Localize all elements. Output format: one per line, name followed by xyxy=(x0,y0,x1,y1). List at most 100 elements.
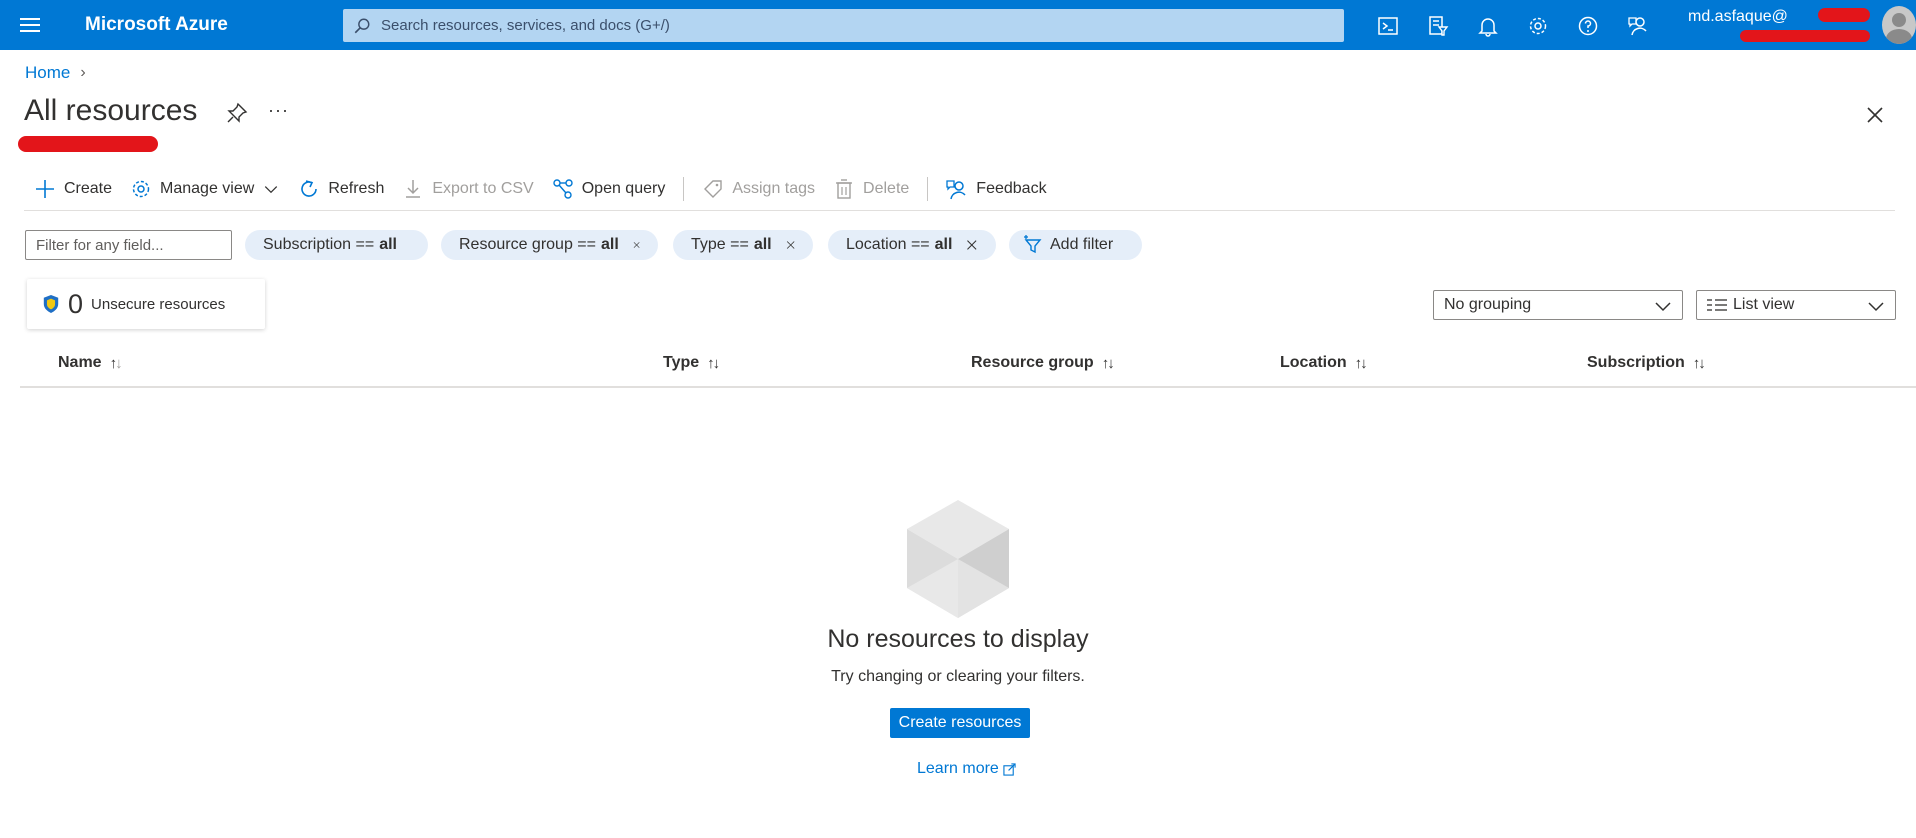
close-icon[interactable] xyxy=(1864,104,1886,126)
sort-icon: ↑↓ xyxy=(1692,354,1706,372)
settings-icon[interactable] xyxy=(1525,13,1551,39)
toolbar-divider xyxy=(683,177,685,201)
resource-group-filter-pill[interactable]: Resource group == all xyxy=(441,230,658,260)
create-label: Create xyxy=(64,180,113,197)
column-header-type[interactable]: Type ↑↓ xyxy=(663,354,720,372)
refresh-label: Refresh xyxy=(328,180,385,197)
empty-cube-icon xyxy=(907,500,1009,618)
subscription-filter-pill[interactable]: Subscription == all xyxy=(245,230,428,260)
create-resources-button[interactable]: Create resources xyxy=(890,708,1030,738)
grouping-value: No grouping xyxy=(1444,296,1532,313)
location-filter-value: all xyxy=(934,236,953,253)
page-title: All resources xyxy=(24,94,198,127)
refresh-icon xyxy=(301,180,318,197)
query-icon xyxy=(553,179,573,199)
filter-input[interactable] xyxy=(25,230,232,260)
redaction-mark xyxy=(1740,30,1870,42)
column-header-location[interactable]: Location ↑↓ xyxy=(1280,354,1368,372)
chevron-right-icon: › xyxy=(80,64,86,81)
sort-icon: ↑↓ xyxy=(109,354,123,372)
tag-icon xyxy=(704,180,723,198)
gear-icon xyxy=(132,180,150,198)
unsecure-label: Unsecure resources xyxy=(91,295,226,313)
feedback-icon[interactable] xyxy=(1625,13,1651,39)
remove-filter-icon[interactable] xyxy=(633,237,640,253)
remove-filter-icon[interactable] xyxy=(786,237,795,253)
open-query-button[interactable]: Open query xyxy=(552,178,666,200)
notifications-icon[interactable] xyxy=(1475,13,1501,39)
manage-view-button[interactable]: Manage view xyxy=(130,178,280,200)
delete-button[interactable]: Delete xyxy=(833,178,909,200)
refresh-button[interactable]: Refresh xyxy=(298,178,384,200)
column-header-name[interactable]: Name ↑↓ xyxy=(58,354,123,372)
search-placeholder: Search resources, services, and docs (G+… xyxy=(381,17,670,34)
learn-more-link[interactable]: Learn more xyxy=(917,760,1016,778)
chevron-down-icon xyxy=(1655,302,1671,312)
add-filter-icon xyxy=(1024,235,1042,254)
location-filter-pill[interactable]: Location == all xyxy=(828,230,996,260)
type-filter-value: all xyxy=(753,236,772,253)
chevron-down-icon xyxy=(265,186,278,194)
download-icon xyxy=(406,180,421,198)
subscription-filter-value: all xyxy=(379,236,397,253)
redaction-mark xyxy=(18,136,158,152)
manage-view-label: Manage view xyxy=(160,180,255,197)
column-header-subscription[interactable]: Subscription ↑↓ xyxy=(1587,354,1706,372)
redaction-mark xyxy=(1818,8,1870,22)
column-header-label: Type xyxy=(663,354,700,371)
help-icon[interactable] xyxy=(1575,13,1601,39)
chevron-down-icon xyxy=(1868,302,1884,312)
unsecure-resources-card[interactable]: 0 Unsecure resources xyxy=(27,279,265,329)
resource-group-filter-label: Resource group == xyxy=(459,236,596,253)
list-view-icon xyxy=(1707,299,1727,311)
column-header-label: Location xyxy=(1280,354,1347,371)
account-name[interactable]: md.asfaque@ xyxy=(1688,8,1788,26)
portal-menu-icon[interactable] xyxy=(18,14,42,36)
sort-icon: ↑↓ xyxy=(1101,354,1115,372)
top-bar: Microsoft Azure Search resources, servic… xyxy=(0,0,1916,50)
more-options-icon[interactable]: ··· xyxy=(268,100,289,121)
global-search-box[interactable]: Search resources, services, and docs (G+… xyxy=(343,9,1344,42)
column-header-resource-group[interactable]: Resource group ↑↓ xyxy=(971,354,1115,372)
learn-more-label: Learn more xyxy=(917,760,999,777)
toolbar-divider xyxy=(927,177,929,201)
command-bar: Create Manage view Refresh Export to CSV… xyxy=(34,174,1065,204)
external-link-icon xyxy=(1003,762,1016,776)
plus-icon xyxy=(36,180,54,198)
assign-tags-button[interactable]: Assign tags xyxy=(702,178,815,200)
column-header-label: Subscription xyxy=(1587,354,1685,371)
security-shield-icon xyxy=(43,295,59,313)
export-csv-label: Export to CSV xyxy=(432,180,534,197)
add-filter-button[interactable]: Add filter xyxy=(1009,230,1142,260)
unsecure-count: 0 xyxy=(68,288,84,319)
remove-filter-icon[interactable] xyxy=(966,237,978,253)
sort-icon: ↑↓ xyxy=(1354,354,1368,372)
grouping-dropdown[interactable]: No grouping xyxy=(1433,290,1683,320)
pin-icon[interactable] xyxy=(226,102,248,124)
export-csv-button[interactable]: Export to CSV xyxy=(402,178,534,200)
view-value: List view xyxy=(1733,296,1795,313)
resource-group-filter-value: all xyxy=(600,236,619,253)
sort-icon: ↑↓ xyxy=(707,354,720,372)
trash-icon xyxy=(836,179,853,199)
column-header-label: Name xyxy=(58,354,102,371)
feedback-person-icon xyxy=(946,180,966,200)
type-filter-pill[interactable]: Type == all xyxy=(673,230,813,260)
create-button[interactable]: Create xyxy=(34,178,112,200)
assign-tags-label: Assign tags xyxy=(732,180,816,197)
add-filter-label: Add filter xyxy=(1050,236,1114,253)
delete-label: Delete xyxy=(863,180,910,197)
empty-state-title: No resources to display xyxy=(827,625,1089,653)
open-query-label: Open query xyxy=(581,180,666,197)
brand-title[interactable]: Microsoft Azure xyxy=(85,14,228,36)
feedback-button[interactable]: Feedback xyxy=(946,178,1047,200)
subscription-filter-label: Subscription == xyxy=(263,236,375,253)
breadcrumb-home[interactable]: Home xyxy=(25,63,70,83)
directory-filter-icon[interactable] xyxy=(1425,13,1451,39)
avatar[interactable] xyxy=(1882,6,1916,44)
breadcrumb: Home › xyxy=(25,63,86,83)
empty-state-subtitle: Try changing or clearing your filters. xyxy=(831,668,1085,685)
cloud-shell-icon[interactable] xyxy=(1375,13,1401,39)
type-filter-label: Type == xyxy=(691,236,749,253)
view-dropdown[interactable]: List view xyxy=(1696,290,1896,320)
